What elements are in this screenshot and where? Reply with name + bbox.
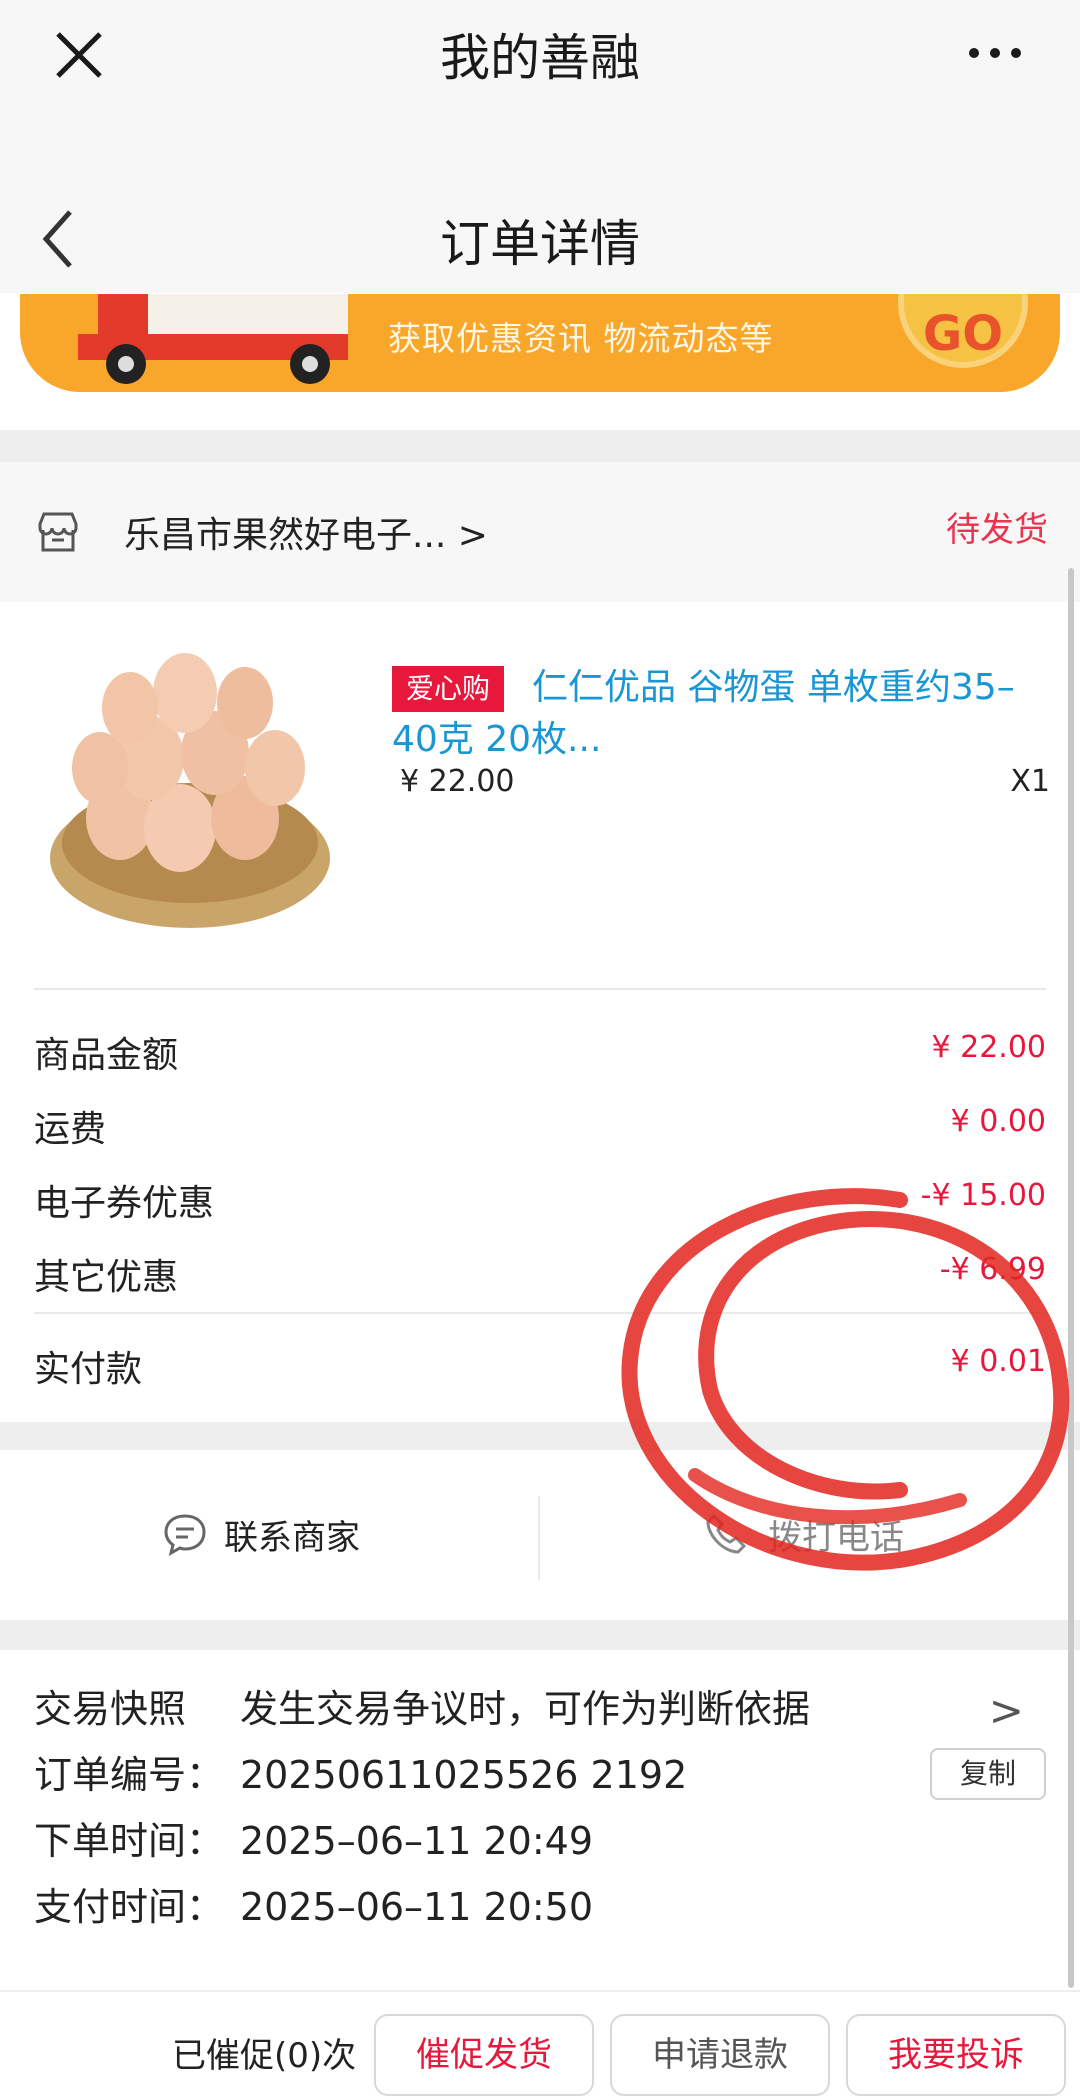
scrollbar[interactable] <box>1068 568 1074 1988</box>
page-title: 订单详情 <box>440 215 640 273</box>
phone-icon <box>706 1513 747 1554</box>
shipping-value: ¥ 0.00 <box>950 1104 1046 1139</box>
section-gap <box>0 1422 1080 1450</box>
coupon-label: 电子券优惠 <box>34 1183 215 1224</box>
banner-text: 获取优惠资讯 物流动态等 <box>388 319 774 358</box>
app-top-bar: 我的善融 <box>0 0 1080 108</box>
coupon-row: 电子券优惠 -¥ 15.00 <box>34 1174 1046 1234</box>
request-refund-button[interactable]: 申请退款 <box>610 2014 830 2096</box>
paid-amount-value: ¥ 0.01 <box>950 1344 1046 1379</box>
shop-row[interactable]: 乐昌市果然好电子... > 待发货 <box>0 462 1080 602</box>
product-price: ¥ 22.00 <box>400 764 515 799</box>
section-gap <box>0 1620 1080 1650</box>
call-phone-button[interactable]: 拨打电话 <box>768 1510 904 1559</box>
other-discount-row: 其它优惠 -¥ 6.99 <box>34 1248 1046 1308</box>
urge-shipping-button[interactable]: 催促发货 <box>374 2014 594 2096</box>
order-number-row: 订单编号： 20250611025526 2192 <box>34 1744 687 1799</box>
complain-button[interactable]: 我要投诉 <box>846 2014 1066 2096</box>
go-badge[interactable]: GO <box>898 294 1028 368</box>
bottom-action-bar: 已催促(0)次 催促发货 申请退款 我要投诉 <box>0 1990 1080 2097</box>
pay-time-value: 2025–06–11 20:50 <box>240 1885 594 1929</box>
copy-button[interactable]: 复制 <box>930 1748 1046 1800</box>
other-discount-value: -¥ 6.99 <box>939 1252 1046 1287</box>
snapshot-value: 发生交易争议时，可作为判断依据 <box>240 1687 811 1731</box>
divider <box>34 1312 1046 1314</box>
truck-icon <box>78 294 348 384</box>
coupon-value: -¥ 15.00 <box>920 1178 1046 1213</box>
app-title: 我的善融 <box>440 29 640 87</box>
more-icon[interactable] <box>960 36 1030 70</box>
store-icon <box>38 512 78 552</box>
product-card[interactable]: 仁仁优品 谷物蛋 单枚重约35–40克 20枚... 爱心购 ¥ 22.00 X… <box>0 602 1080 992</box>
chevron-right-icon[interactable]: > <box>989 1686 1024 1735</box>
goods-amount-row: 商品金额 ¥ 22.00 <box>34 1026 1046 1086</box>
page-header: 订单详情 <box>0 108 1080 293</box>
shipping-label: 运费 <box>34 1109 107 1150</box>
order-number-value: 20250611025526 2192 <box>240 1753 688 1797</box>
paid-amount-label: 实付款 <box>34 1349 143 1390</box>
other-discount-label: 其它优惠 <box>34 1257 179 1298</box>
divider <box>34 988 1046 990</box>
order-time-row: 下单时间： 2025–06–11 20:49 <box>34 1810 593 1865</box>
love-purchase-tag: 爱心购 <box>392 666 505 712</box>
snapshot-label: 交易快照 <box>34 1687 187 1731</box>
contact-bar: 联系商家 拨打电话 <box>0 1450 1080 1620</box>
order-info-section: 交易快照 发生交易争议时，可作为判断依据 > 订单编号： 2025061102552… <box>0 1650 1080 1990</box>
order-number-label: 订单编号： <box>34 1753 225 1797</box>
pay-time-row: 支付时间： 2025–06–11 20:50 <box>34 1876 593 1931</box>
snapshot-row[interactable]: 交易快照 发生交易争议时，可作为判断依据 <box>34 1678 810 1733</box>
goods-amount-value: ¥ 22.00 <box>931 1030 1046 1065</box>
pay-time-label: 支付时间： <box>34 1885 225 1929</box>
order-status: 待发货 <box>946 510 1048 550</box>
contact-merchant-button[interactable]: 联系商家 <box>224 1510 360 1559</box>
shop-name[interactable]: 乐昌市果然好电子... > <box>124 506 488 558</box>
divider <box>538 1496 540 1580</box>
paid-amount-row: 实付款 ¥ 0.01 <box>34 1340 1046 1400</box>
chat-icon <box>164 1514 206 1556</box>
order-time-value: 2025–06–11 20:49 <box>240 1819 594 1863</box>
go-label: GO <box>922 306 1004 362</box>
shipping-row: 运费 ¥ 0.00 <box>34 1100 1046 1160</box>
eggs-basket-image <box>50 653 330 928</box>
section-gap <box>0 430 1080 462</box>
goods-amount-label: 商品金额 <box>34 1035 179 1076</box>
order-time-label: 下单时间： <box>34 1819 225 1863</box>
urge-count: 已催促(0)次 <box>172 2036 357 2076</box>
product-quantity: X1 <box>1010 764 1050 799</box>
promo-banner[interactable]: 获取优惠资讯 物流动态等 GO <box>20 294 1060 392</box>
